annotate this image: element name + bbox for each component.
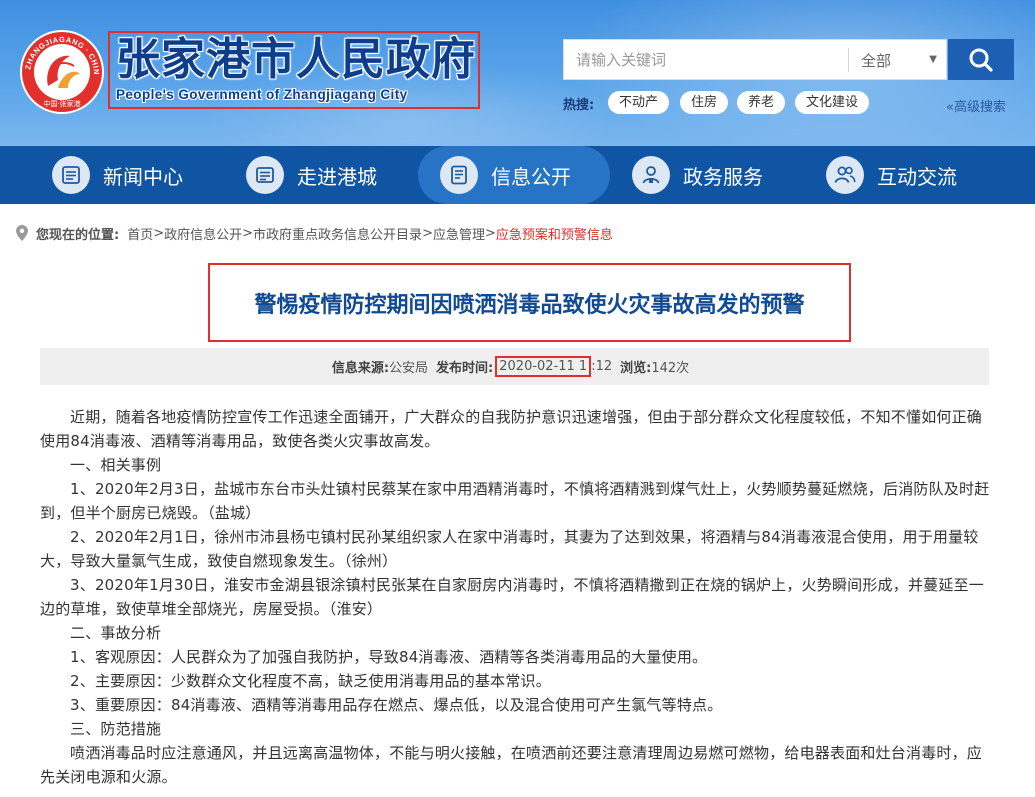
publish-time-rest: :12 bbox=[591, 359, 613, 374]
search-box: 全部 ▼ bbox=[563, 39, 947, 80]
breadcrumb-current[interactable]: 应急预案和预警信息 bbox=[496, 224, 613, 243]
chevron-down-icon: ▼ bbox=[929, 54, 937, 65]
breadcrumb-separator: > bbox=[422, 225, 433, 241]
source-value: 公安局 bbox=[389, 361, 429, 376]
breadcrumb-home[interactable]: 首页 bbox=[127, 224, 153, 243]
search-icon bbox=[969, 48, 993, 72]
nav-item-gov-service[interactable]: 政务服务 bbox=[632, 146, 763, 204]
article-meta-bar: 信息来源: 公安局 发布时间: 2020-02-11 1 :12 浏览: 142… bbox=[40, 348, 989, 385]
views-value: 142次 bbox=[651, 361, 690, 376]
nav-label-gov-service: 政务服务 bbox=[683, 164, 763, 189]
city-list-icon bbox=[246, 156, 284, 194]
site-title-cn[interactable]: 张家港市人民政府 bbox=[116, 34, 476, 86]
search-scope-select[interactable]: 全部 ▼ bbox=[849, 40, 947, 79]
breadcrumb-separator: > bbox=[242, 225, 254, 241]
city-emblem-logo[interactable]: ZHANGJIAGANG · CHINA 中国·张家港 bbox=[18, 28, 106, 116]
source-label: 信息来源: bbox=[331, 361, 390, 376]
nav-item-info-disclosure[interactable]: 信息公开 bbox=[418, 146, 610, 204]
person-service-icon bbox=[632, 156, 670, 194]
article-title: 警惕疫情防控期间因喷洒消毒品致使火灾事故高发的预警 bbox=[254, 292, 805, 318]
paragraph-analysis-1: 1、客观原因：人民群众为了加强自我防护，导致84消毒液、酒精等各类消毒用品的大量… bbox=[70, 648, 708, 666]
emblem-text-bottom: 中国·张家港 bbox=[43, 99, 80, 108]
site-title-en: People's Government of Zhangjiagang City bbox=[116, 87, 408, 102]
hot-tag-housing[interactable]: 住房 bbox=[680, 91, 729, 114]
breadcrumb-prefix: 您现在的位置: bbox=[36, 227, 120, 243]
breadcrumb-gov-info[interactable]: 政府信息公开 bbox=[164, 224, 242, 243]
document-icon bbox=[440, 156, 478, 194]
publish-time-label: 发布时间: bbox=[436, 361, 494, 376]
breadcrumb-emergency[interactable]: 应急管理 bbox=[433, 224, 485, 243]
paragraph-analysis-2: 2、主要原因：少数群众文化程度不高，缺乏使用消毒用品的基本常识。 bbox=[70, 672, 551, 690]
hot-tag-culture[interactable]: 文化建设 bbox=[795, 91, 870, 114]
nav-label-interaction: 互动交流 bbox=[877, 164, 957, 189]
paragraph-intro: 近期，随着各地疫情防控宣传工作迅速全面铺开，广大群众的自我防护意识迅速增强，但由… bbox=[40, 408, 983, 450]
breadcrumb-separator: > bbox=[484, 225, 496, 241]
hot-search-label: 热搜: bbox=[563, 98, 595, 113]
section-heading-analysis: 二、事故分析 bbox=[70, 624, 162, 642]
breadcrumb: 您现在的位置: 首页 > 政府信息公开 > 市政府重点政务信息公开目录 > 应急… bbox=[16, 222, 613, 244]
search-scope-value: 全部 bbox=[861, 52, 892, 70]
nav-item-interaction[interactable]: 互动交流 bbox=[826, 146, 957, 204]
paragraph-case-2: 2、2020年2月1日，徐州市沛县杨屯镇村民孙某组织家人在家中消毒时，其妻为了达… bbox=[40, 528, 979, 570]
hot-tag-real-estate[interactable]: 不动产 bbox=[608, 91, 670, 114]
hot-tag-elderly-care[interactable]: 养老 bbox=[737, 91, 786, 114]
advanced-search-link[interactable]: «高级搜索 bbox=[946, 96, 1006, 115]
article-body: 近期，随着各地疫情防控宣传工作迅速全面铺开，广大群众的自我防护意识迅速增强，但由… bbox=[40, 405, 990, 789]
site-header: ZHANGJIAGANG · CHINA 中国·张家港 张家港市人民政府 Peo… bbox=[0, 0, 1035, 146]
newspaper-icon bbox=[52, 156, 90, 194]
main-nav: 新闻中心 走进港城 信息公开 政务服务 互动交流 bbox=[0, 146, 1035, 204]
section-heading-cases: 一、相关事例 bbox=[70, 456, 162, 474]
paragraph-case-3: 3、2020年1月30日，淮安市金湖县银涂镇村民张某在自家厨房内消毒时，不慎将酒… bbox=[40, 576, 984, 618]
users-icon bbox=[826, 156, 864, 194]
nav-label-news: 新闻中心 bbox=[103, 164, 183, 189]
publish-time-highlight: 2020-02-11 1 bbox=[495, 356, 592, 377]
paragraph-analysis-3: 3、重要原因：84消毒液、酒精等消毒用品存在燃点、爆点低，以及混合使用可产生氯气… bbox=[70, 696, 723, 714]
paragraph-case-1: 1、2020年2月3日，盐城市东台市头灶镇村民蔡某在家中用酒精消毒时，不慎将酒精… bbox=[40, 480, 990, 522]
nav-label-info-disclosure: 信息公开 bbox=[491, 164, 571, 189]
search-input[interactable] bbox=[564, 40, 848, 79]
views-label: 浏览: bbox=[620, 361, 652, 376]
nav-item-city[interactable]: 走进港城 bbox=[246, 146, 377, 204]
breadcrumb-separator: > bbox=[153, 225, 165, 241]
breadcrumb-catalog[interactable]: 市政府重点政务信息公开目录 bbox=[253, 224, 422, 243]
nav-label-city: 走进港城 bbox=[297, 164, 377, 189]
section-heading-prevention: 三、防范措施 bbox=[70, 720, 162, 738]
article-meta: 信息来源: 公安局 发布时间: 2020-02-11 1 :12 浏览: 142… bbox=[40, 348, 989, 385]
location-pin-icon bbox=[16, 225, 28, 241]
paragraph-prevention: 喷洒消毒品时应注意通风，并且远离高温物体，不能与明火接触，在喷洒前还要注意清理周… bbox=[40, 744, 983, 786]
nav-item-news[interactable]: 新闻中心 bbox=[52, 146, 183, 204]
search-button[interactable] bbox=[948, 39, 1014, 80]
